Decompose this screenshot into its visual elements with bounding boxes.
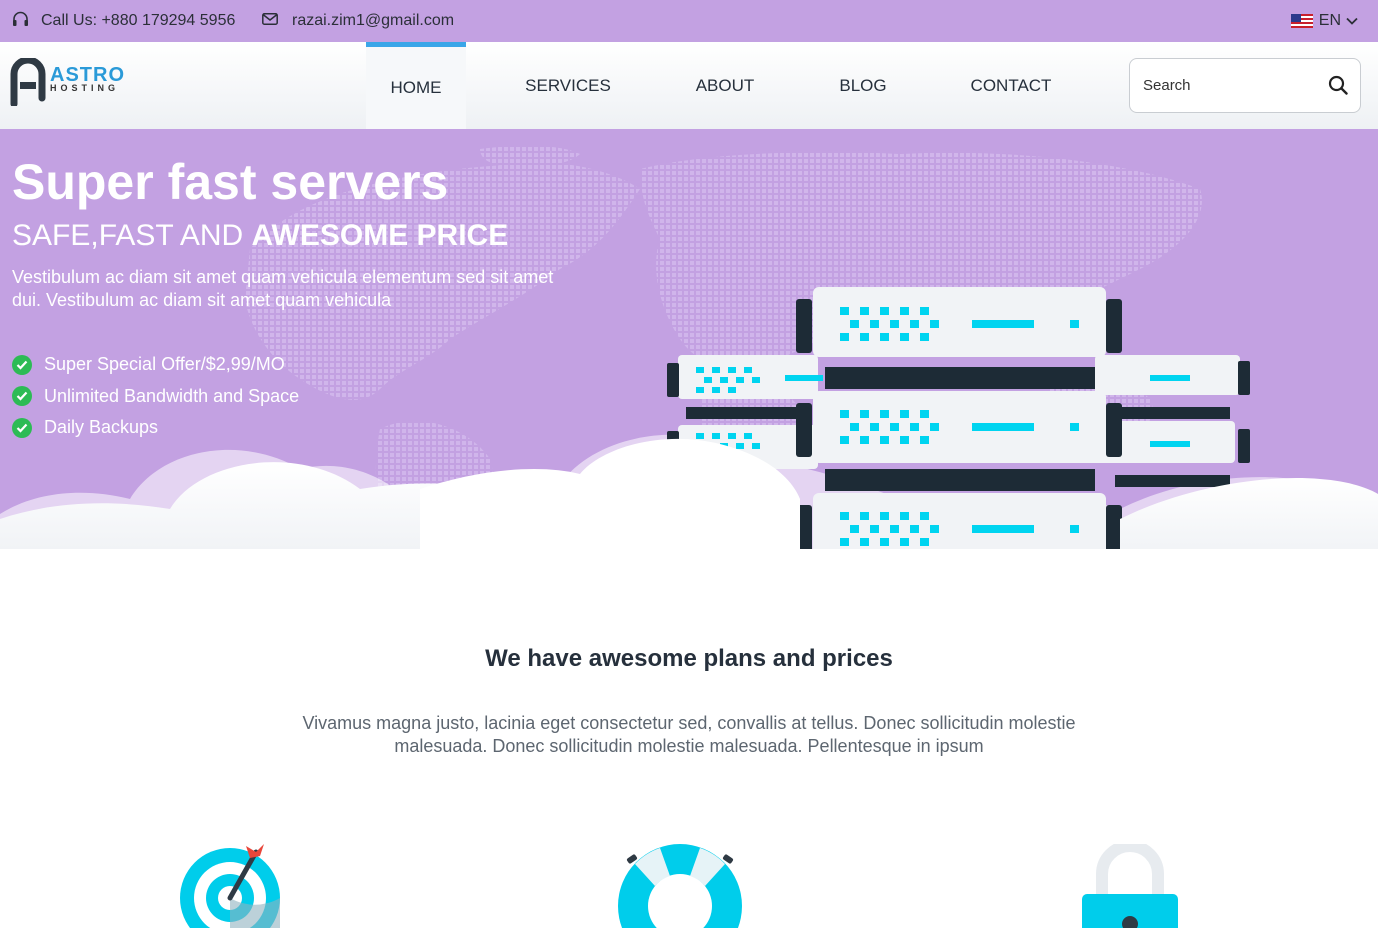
main-nav: HOME SERVICES ABOUT BLOG CONTACT bbox=[366, 42, 1076, 129]
feature-label: Super Special Offer/$2,99/MO bbox=[44, 354, 285, 375]
hero-banner: Super fast servers SAFE,FAST AND AWESOME… bbox=[0, 129, 1378, 579]
email-text: razai.zim1@gmail.com bbox=[292, 12, 455, 29]
logo-sub-text: HOSTING bbox=[50, 83, 120, 93]
plans-title: We have awesome plans and prices bbox=[485, 645, 893, 672]
search-input[interactable] bbox=[1143, 77, 1313, 94]
phone-contact[interactable]: Call Us: +880 179294 5956 bbox=[12, 0, 235, 42]
feature-item: Unlimited Bandwidth and Space bbox=[12, 381, 299, 413]
logo-mark-icon bbox=[10, 58, 46, 106]
top-bar: Call Us: +880 179294 5956 razai.zim1@gma… bbox=[0, 0, 1378, 42]
chevron-down-icon bbox=[1346, 12, 1358, 30]
hero-description: Vestibulum ac diam sit amet quam vehicul… bbox=[12, 267, 554, 310]
hero-title: Super fast servers bbox=[12, 157, 448, 207]
email-contact[interactable]: razai.zim1@gmail.com bbox=[262, 0, 454, 42]
nav-contact[interactable]: CONTACT bbox=[946, 42, 1076, 129]
hero-subtitle: SAFE,FAST AND AWESOME PRICE bbox=[12, 219, 508, 253]
hero-subtitle-bold: AWESOME PRICE bbox=[251, 219, 509, 252]
check-circle-icon bbox=[12, 386, 32, 407]
hero-subtitle-normal: SAFE,FAST AND bbox=[12, 219, 252, 252]
server-unit-middle bbox=[796, 391, 1122, 463]
hero-title-rest: servers bbox=[256, 154, 449, 210]
main-header: ASTRO HOSTING HOME SERVICES ABOUT BLOG C… bbox=[0, 42, 1378, 129]
phone-text: Call Us: +880 179294 5956 bbox=[41, 12, 236, 29]
feature-item: Daily Backups bbox=[12, 412, 299, 444]
envelope-icon bbox=[262, 12, 278, 30]
nav-blog[interactable]: BLOG bbox=[780, 42, 946, 129]
lock-icon bbox=[1080, 840, 1180, 928]
headphones-icon bbox=[12, 11, 29, 32]
nav-services[interactable]: SERVICES bbox=[466, 42, 670, 129]
language-label: EN bbox=[1318, 12, 1341, 29]
check-circle-icon bbox=[12, 354, 32, 375]
nav-about[interactable]: ABOUT bbox=[670, 42, 780, 129]
search-box bbox=[1129, 58, 1361, 113]
feature-list: Super Special Offer/$2,99/MO Unlimited B… bbox=[12, 349, 299, 444]
lifebuoy-icon bbox=[615, 842, 745, 928]
feature-item: Super Special Offer/$2,99/MO bbox=[12, 349, 299, 381]
us-flag-icon bbox=[1290, 14, 1313, 28]
hero-title-bold: Super fast bbox=[12, 154, 257, 210]
plans-description: Vivamus magna justo, lacinia eget consec… bbox=[302, 713, 1076, 756]
search-icon[interactable] bbox=[1328, 75, 1348, 100]
target-icon bbox=[178, 840, 288, 928]
language-selector[interactable]: EN bbox=[1290, 0, 1358, 42]
server-unit-top bbox=[796, 287, 1122, 357]
check-circle-icon bbox=[12, 417, 32, 438]
feature-label: Unlimited Bandwidth and Space bbox=[44, 385, 300, 406]
nav-home[interactable]: HOME bbox=[366, 42, 466, 129]
feature-label: Daily Backups bbox=[44, 417, 159, 438]
